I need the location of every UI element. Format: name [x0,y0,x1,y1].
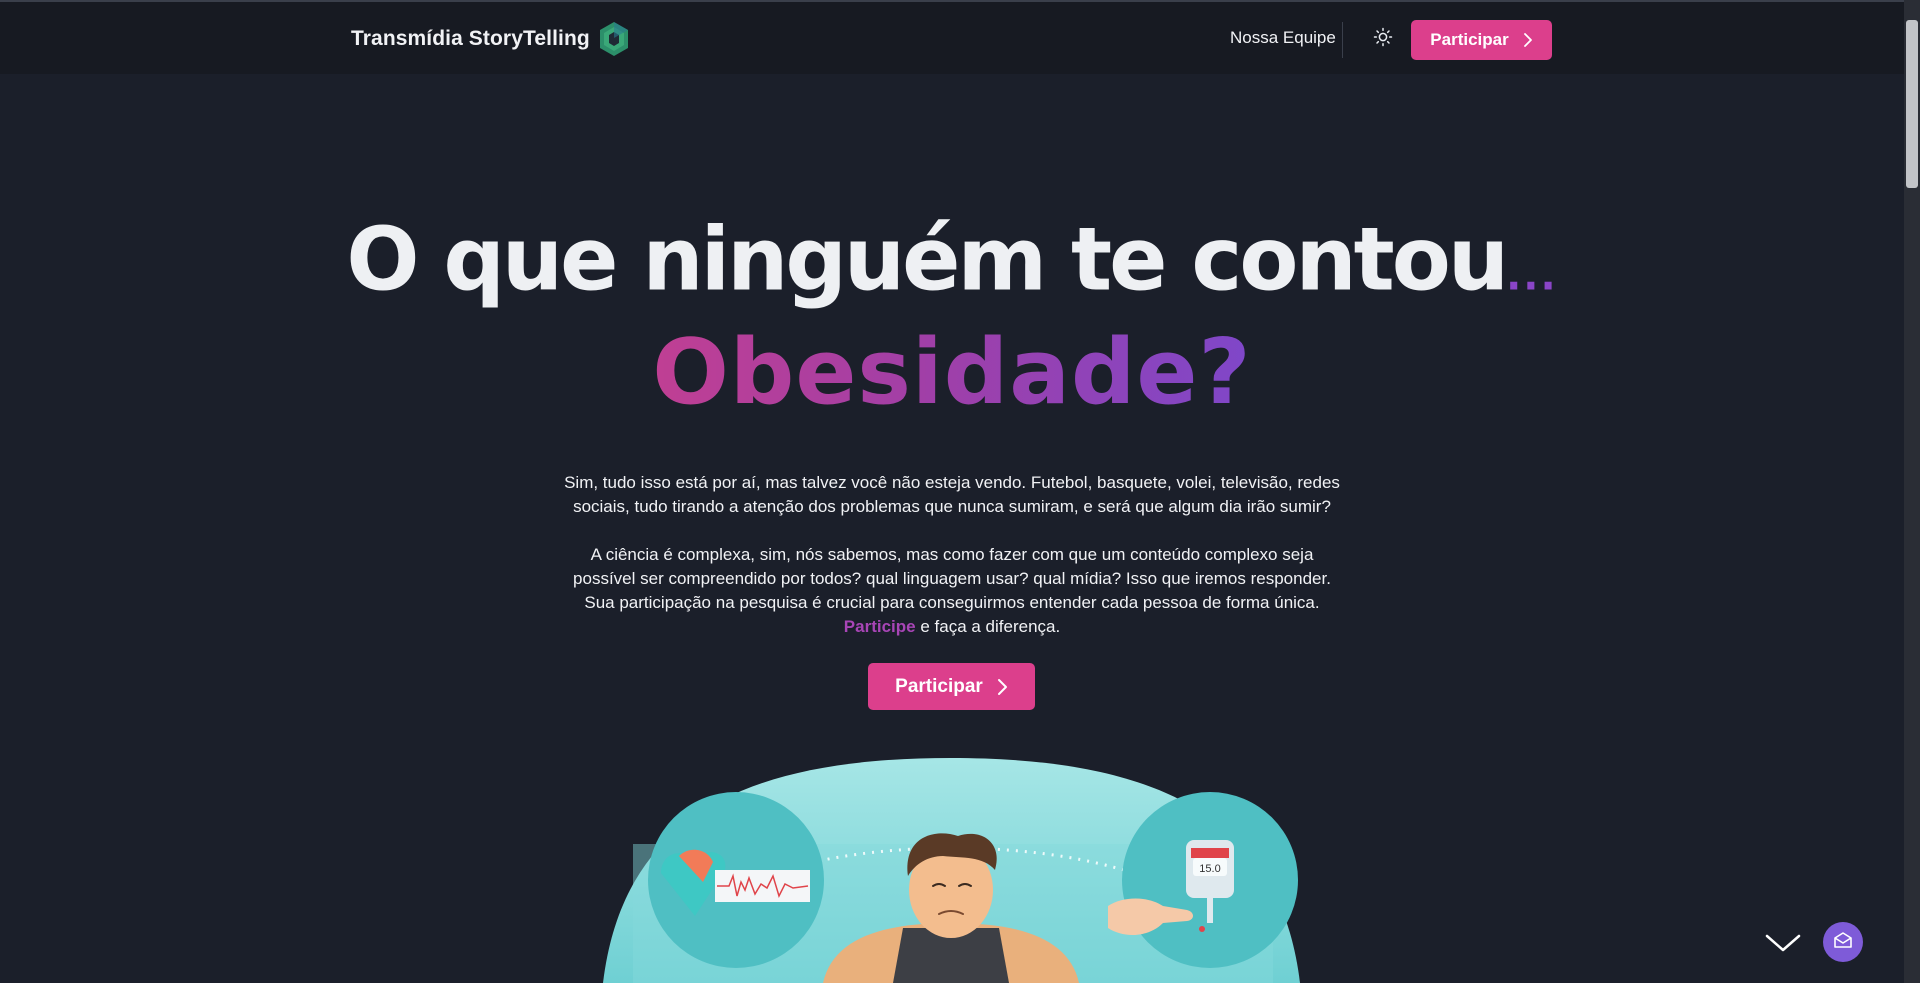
navbar: Transmídia StoryTelling Nossa Equipe Par… [0,2,1904,74]
contact-button[interactable] [1823,922,1863,962]
research-paragraph: A ciência é complexa, sim, nós sabemos, … [0,543,1904,639]
nav-divider [1342,22,1343,58]
mail-open-icon [1833,930,1853,955]
hero-participar-label: Participar [895,675,983,697]
nav-link-nossa-equipe[interactable]: Nossa Equipe [1230,28,1336,48]
research-line-2: possível ser compreendido por todos? qua… [573,569,1331,588]
chevron-down-icon [1763,934,1803,960]
research-line-3: Sua participação na pesquisa é crucial p… [584,593,1320,612]
nav-participar-label: Participar [1430,30,1509,49]
hero-subtitle: Obesidade? [0,318,1904,428]
glucose-reading: 15.0 [1199,863,1220,875]
hexagon-logo-icon [598,21,630,57]
research-line-4-end: e faça a diferença. [915,617,1061,636]
research-line-1: A ciência é complexa, sim, nós sabemos, … [590,545,1314,564]
nav-participar-button[interactable]: Participar [1411,20,1552,60]
hero-subtitle-text: Obesidade? [652,320,1252,425]
scrollbar-thumb[interactable] [1906,20,1918,188]
sun-icon [1373,27,1393,52]
heart-monitor-illustration [648,792,824,968]
brand-name: Transmídia StoryTelling [351,27,590,50]
chevron-right-icon [997,678,1008,696]
brand[interactable]: Transmídia StoryTelling [351,22,630,56]
intro-paragraph: Sim, tudo isso está por aí, mas talvez v… [0,471,1904,519]
hero-participar-button[interactable]: Participar [868,663,1035,710]
participe-link[interactable]: Participe [844,617,916,636]
research-line-4: Participe e faça a diferença. [0,615,1904,639]
theme-toggle[interactable] [1370,26,1396,52]
hero-illustration: 15.0 [603,758,1300,983]
hero-title-text: O que ninguém te contou [346,208,1509,311]
chevron-right-icon [1523,32,1533,48]
hero-title-dots: ... [1506,252,1558,300]
scroll-down-button[interactable] [1763,930,1803,956]
intro-line-1: Sim, tudo isso está por aí, mas talvez v… [564,473,1340,492]
hero-title: O que ninguém te contou... [0,209,1904,327]
intro-line-2: sociais, tudo tirando a atenção dos prob… [573,497,1331,516]
